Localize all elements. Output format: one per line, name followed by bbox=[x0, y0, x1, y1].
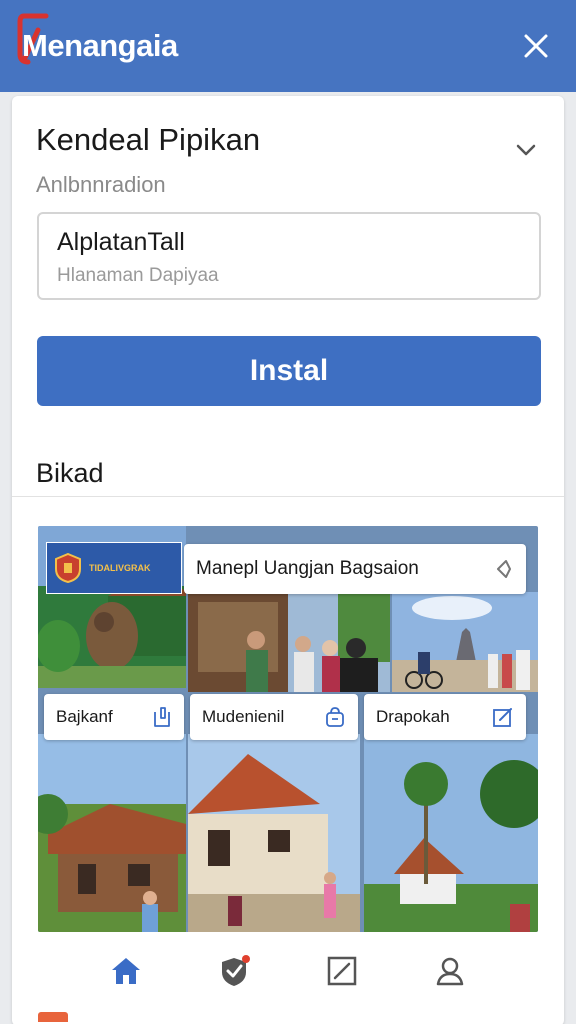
home-icon bbox=[112, 958, 140, 984]
nav-home[interactable] bbox=[106, 951, 146, 991]
content-card: Kendeal Pipikan Anlbnnradion AlplatanTal… bbox=[12, 96, 564, 1024]
section-title: Bikad bbox=[36, 458, 104, 488]
gallery-photo-village[interactable] bbox=[364, 734, 538, 932]
featured-location-pill[interactable]: Manepl Uangjan Bagsaion bbox=[184, 544, 526, 594]
bottom-navigation bbox=[12, 936, 564, 1006]
nav-edit[interactable] bbox=[322, 951, 362, 991]
text-input-field[interactable]: AlplatanTall Hlanaman Dapiyaa bbox=[37, 212, 541, 300]
app-title: Menangaia bbox=[22, 28, 178, 63]
brand: Menangaia bbox=[17, 13, 178, 65]
shield-check-icon bbox=[222, 955, 250, 986]
input-value: AlplatanTall bbox=[57, 228, 185, 256]
edit-icon bbox=[493, 708, 512, 727]
top-app-bar: Menangaia bbox=[0, 0, 576, 92]
gallery-photo-people[interactable] bbox=[188, 592, 390, 692]
nav-verified[interactable] bbox=[214, 951, 254, 991]
corner-tab bbox=[38, 1012, 68, 1022]
input-hint: Hlanaman Dapiyaa bbox=[57, 265, 219, 286]
card-title: Kendeal Pipikan bbox=[36, 122, 261, 157]
gallery-photo-house-middle[interactable] bbox=[188, 734, 360, 932]
gallery-item-2[interactable]: Mudenienil bbox=[190, 694, 358, 740]
card-subtitle: Anlbnnradion bbox=[36, 172, 166, 197]
direction-icon bbox=[497, 560, 511, 578]
close-icon bbox=[524, 34, 548, 58]
organization-emblem-icon bbox=[55, 553, 81, 583]
gallery-item-label: Drapokah bbox=[376, 707, 450, 726]
organization-banner: TIDALIVGRAK bbox=[46, 542, 182, 594]
close-button[interactable] bbox=[518, 28, 554, 64]
card-header: Kendeal Pipikan Anlbnnradion bbox=[36, 122, 540, 198]
gallery-photo-temple[interactable] bbox=[392, 592, 538, 692]
gallery-item-label: Bajkanf bbox=[56, 707, 113, 726]
install-button[interactable]: Instal bbox=[37, 336, 541, 406]
chevron-down-icon[interactable] bbox=[512, 136, 540, 164]
gallery-photo-house-left[interactable] bbox=[38, 734, 186, 932]
gallery-item-3[interactable]: Drapokah bbox=[364, 694, 526, 740]
divider bbox=[12, 496, 564, 497]
featured-label: Manepl Uangjan Bagsaion bbox=[196, 558, 419, 579]
banner-text: TIDALIVGRAK bbox=[89, 563, 151, 573]
photo-gallery: TIDALIVGRAK Manepl Uangjan Bagsaion Bajk… bbox=[38, 526, 538, 932]
nav-profile[interactable] bbox=[430, 951, 470, 991]
bag-icon bbox=[326, 707, 344, 727]
edit-square-icon bbox=[327, 956, 357, 986]
bookmark-edit-icon bbox=[154, 707, 170, 727]
gallery-item-label: Mudenienil bbox=[202, 707, 285, 726]
gallery-item-1[interactable]: Bajkanf bbox=[44, 694, 184, 740]
user-icon bbox=[436, 957, 464, 986]
